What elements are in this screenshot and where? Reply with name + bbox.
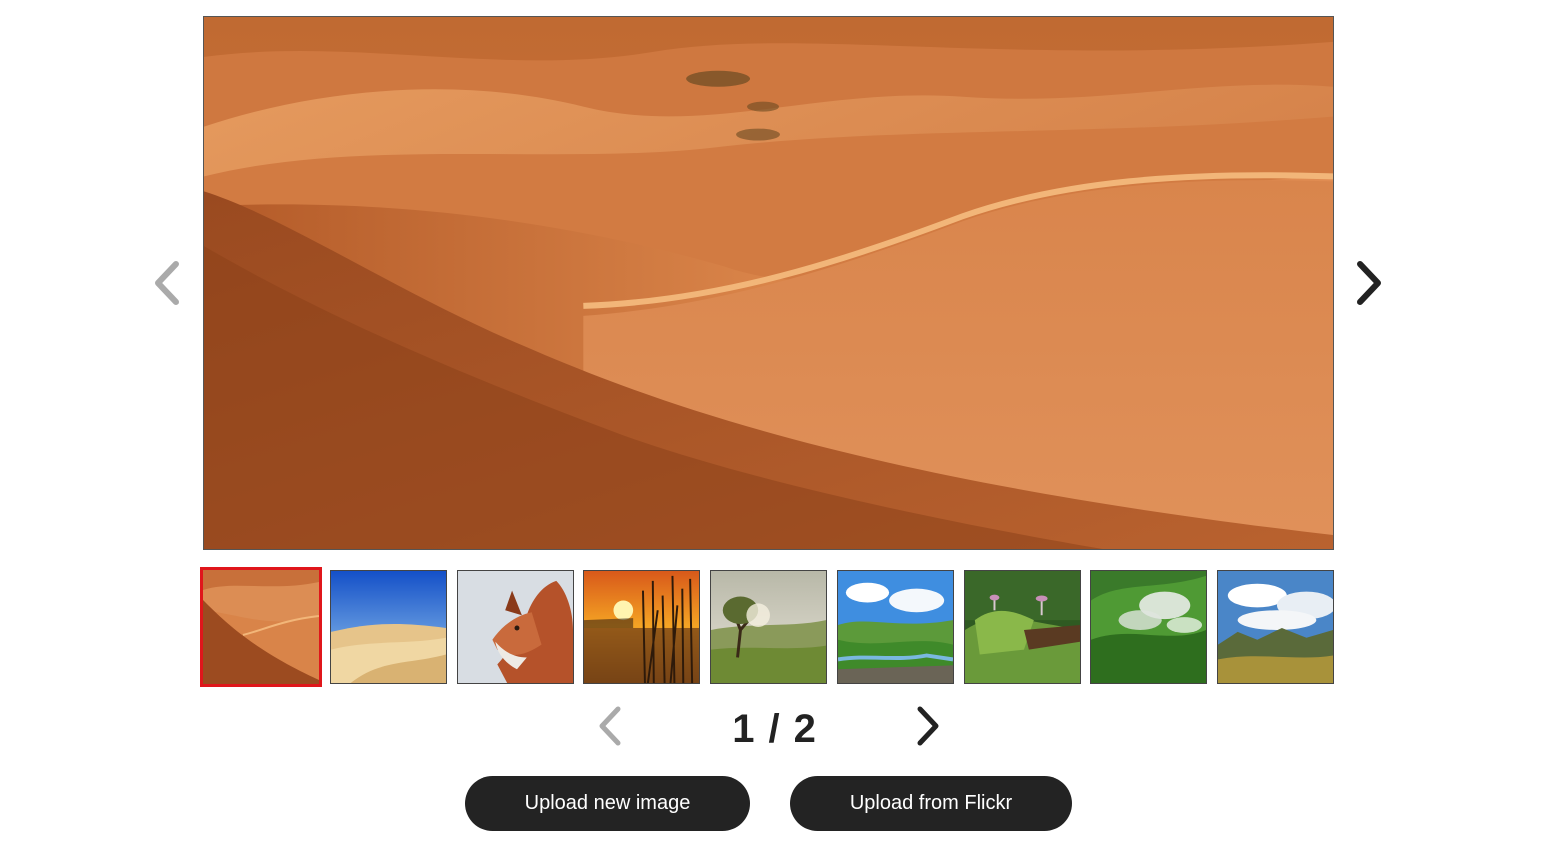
pagination-next-arrow[interactable] (910, 703, 944, 749)
chevron-left-icon (155, 261, 179, 305)
main-image-desert-dunes (203, 16, 1334, 550)
pagination-prev-arrow[interactable] (594, 703, 628, 749)
thumbnail-green-valley[interactable] (837, 570, 954, 684)
gallery-prev-arrow[interactable] (150, 258, 184, 308)
upload-from-flickr-button[interactable]: Upload from Flickr (790, 776, 1072, 831)
chevron-right-icon (1357, 261, 1381, 305)
thumbnail-mountain-clouds[interactable] (1217, 570, 1334, 684)
thumbnail-tree-landscape[interactable] (710, 570, 827, 684)
gallery-next-arrow[interactable] (1352, 258, 1386, 308)
upload-new-image-button[interactable]: Upload new image (465, 776, 750, 831)
pagination-total-pages: 2 (793, 706, 816, 751)
chevron-right-icon (917, 706, 939, 746)
pagination-indicator: 1 / 2 (714, 706, 834, 752)
thumbnail-desert-dunes[interactable] (200, 567, 322, 687)
thumbnail-misty-green-hills[interactable] (1090, 570, 1207, 684)
thumbnail-sunset-reeds[interactable] (583, 570, 700, 684)
thumbnail-sand-dunes-blue-sky[interactable] (330, 570, 447, 684)
pagination-current-page: 1 (732, 706, 755, 751)
chevron-left-icon (599, 706, 621, 746)
pagination-separator: / (768, 706, 780, 751)
thumbnail-moss-mushrooms[interactable] (964, 570, 1081, 684)
thumbnail-fox[interactable] (457, 570, 574, 684)
